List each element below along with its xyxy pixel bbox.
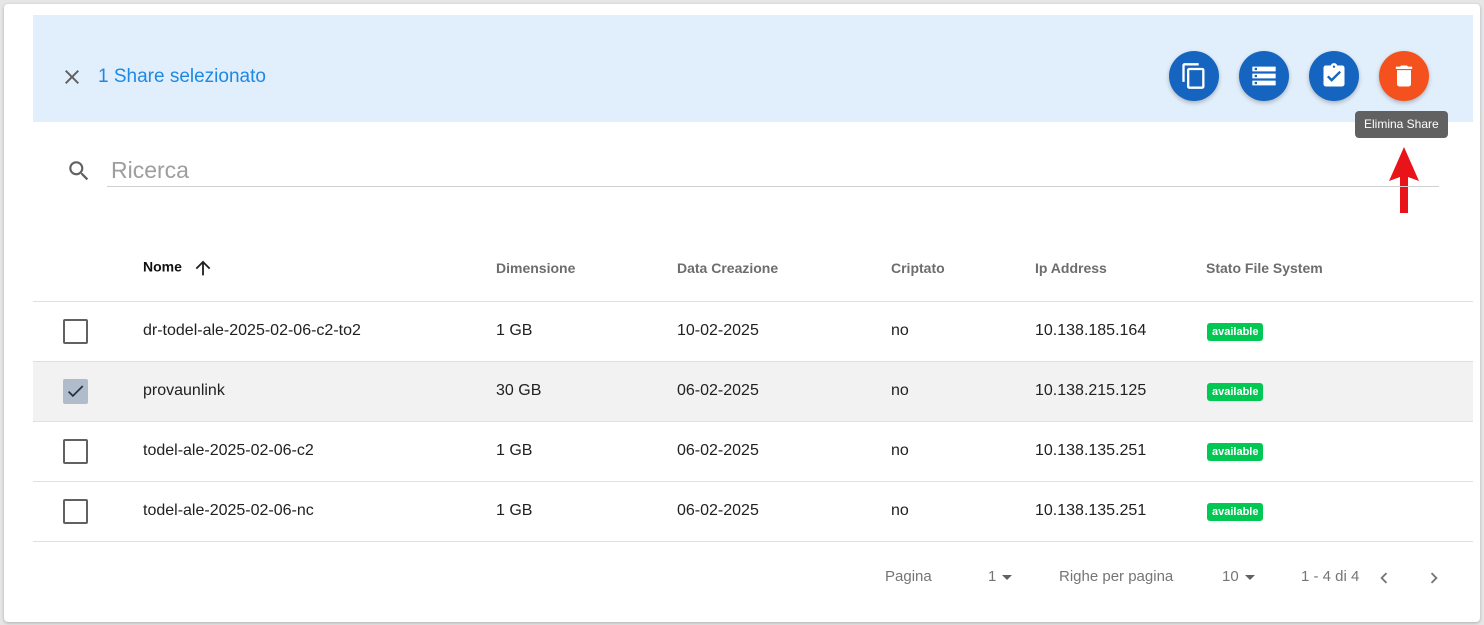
- delete-icon: [1395, 65, 1413, 87]
- cell-dimensione: 1 GB: [496, 481, 677, 542]
- row-checkbox[interactable]: [63, 318, 88, 344]
- chevron-right-icon[interactable]: [1423, 567, 1445, 589]
- cell-ip-address: 10.138.185.164: [1035, 301, 1206, 362]
- header-data-creazione[interactable]: Data Creazione: [677, 236, 891, 302]
- table-row[interactable]: provaunlink 30 GB 06-02-2025 no 10.138.2…: [33, 361, 1473, 422]
- cell-dimensione: 1 GB: [496, 301, 677, 362]
- header-nome-label: Nome: [143, 258, 182, 275]
- header-dimensione[interactable]: Dimensione: [496, 236, 677, 302]
- chevron-left-icon[interactable]: [1373, 567, 1395, 589]
- header-stato-file-system[interactable]: Stato File System: [1206, 236, 1473, 302]
- selection-toolbar: 1 Share selezionato: [33, 15, 1473, 122]
- cell-data-creazione: 06-02-2025: [677, 361, 891, 422]
- search-input[interactable]: [107, 154, 1439, 187]
- header-select: [33, 236, 143, 302]
- rows-per-page-label: Righe per pagina: [1059, 568, 1174, 585]
- cell-dimensione: 30 GB: [496, 361, 677, 422]
- status-badge: available: [1207, 502, 1264, 521]
- status-badge: available: [1207, 322, 1264, 341]
- delete-tooltip: Elimina Share: [1355, 111, 1448, 138]
- header-nome[interactable]: Nome: [143, 236, 496, 302]
- cell-criptato: no: [891, 361, 1035, 422]
- table-header-row: Nome Dimensione Data Creazione Criptato …: [33, 236, 1473, 302]
- clipboard-check-icon: [1323, 63, 1345, 87]
- header-ip-address[interactable]: Ip Address: [1035, 236, 1206, 302]
- range-text: 1 - 4 di 4: [1301, 568, 1360, 585]
- storage-icon: [1252, 66, 1276, 86]
- cell-data-creazione: 10-02-2025: [677, 301, 891, 362]
- cell-nome: provaunlink: [143, 361, 496, 422]
- table-row[interactable]: dr-todel-ale-2025-02-06-c2-to2 1 GB 10-0…: [33, 301, 1473, 362]
- row-checkbox[interactable]: [63, 438, 88, 464]
- cell-data-creazione: 06-02-2025: [677, 481, 891, 542]
- page-label: Pagina: [885, 568, 932, 585]
- shares-table: Nome Dimensione Data Creazione Criptato …: [33, 236, 1473, 542]
- row-checkbox[interactable]: [63, 378, 88, 404]
- selection-count-text: 1 Share selezionato: [98, 66, 266, 87]
- delete-share-button[interactable]: [1379, 51, 1429, 101]
- cell-ip-address: 10.138.135.251: [1035, 481, 1206, 542]
- copy-icon: [1182, 63, 1205, 89]
- status-badge: available: [1207, 442, 1264, 461]
- cell-criptato: no: [891, 301, 1035, 362]
- cell-nome: todel-ale-2025-02-06-nc: [143, 481, 496, 542]
- assign-check-button[interactable]: [1309, 51, 1359, 101]
- rows-per-page-value: 10: [1222, 568, 1239, 585]
- table-row[interactable]: todel-ale-2025-02-06-c2 1 GB 06-02-2025 …: [33, 421, 1473, 482]
- close-icon[interactable]: [60, 65, 84, 89]
- header-criptato[interactable]: Criptato: [891, 236, 1035, 302]
- rows-per-page-select[interactable]: 10: [1222, 566, 1255, 588]
- row-checkbox[interactable]: [63, 498, 88, 524]
- page-select-value: 1: [988, 568, 997, 585]
- search-icon: [69, 161, 89, 181]
- cell-criptato: no: [891, 421, 1035, 482]
- shares-card: 1 Share selezionato Elimina Share Nome D…: [4, 4, 1480, 622]
- cell-criptato: no: [891, 481, 1035, 542]
- status-badge: available: [1207, 382, 1264, 401]
- chevron-down-icon: [1002, 574, 1013, 580]
- cell-nome: dr-todel-ale-2025-02-06-c2-to2: [143, 301, 496, 362]
- check-icon: [67, 385, 84, 398]
- cell-dimensione: 1 GB: [496, 421, 677, 482]
- cell-data-creazione: 06-02-2025: [677, 421, 891, 482]
- cell-nome: todel-ale-2025-02-06-c2: [143, 421, 496, 482]
- copy-share-button[interactable]: [1169, 51, 1219, 101]
- table-row[interactable]: todel-ale-2025-02-06-nc 1 GB 06-02-2025 …: [33, 481, 1473, 542]
- cell-ip-address: 10.138.135.251: [1035, 421, 1206, 482]
- cell-ip-address: 10.138.215.125: [1035, 361, 1206, 422]
- storage-button[interactable]: [1239, 51, 1289, 101]
- chevron-down-icon: [1244, 574, 1255, 580]
- sort-arrow-up-icon[interactable]: [192, 257, 214, 279]
- page-select[interactable]: 1: [988, 566, 1013, 588]
